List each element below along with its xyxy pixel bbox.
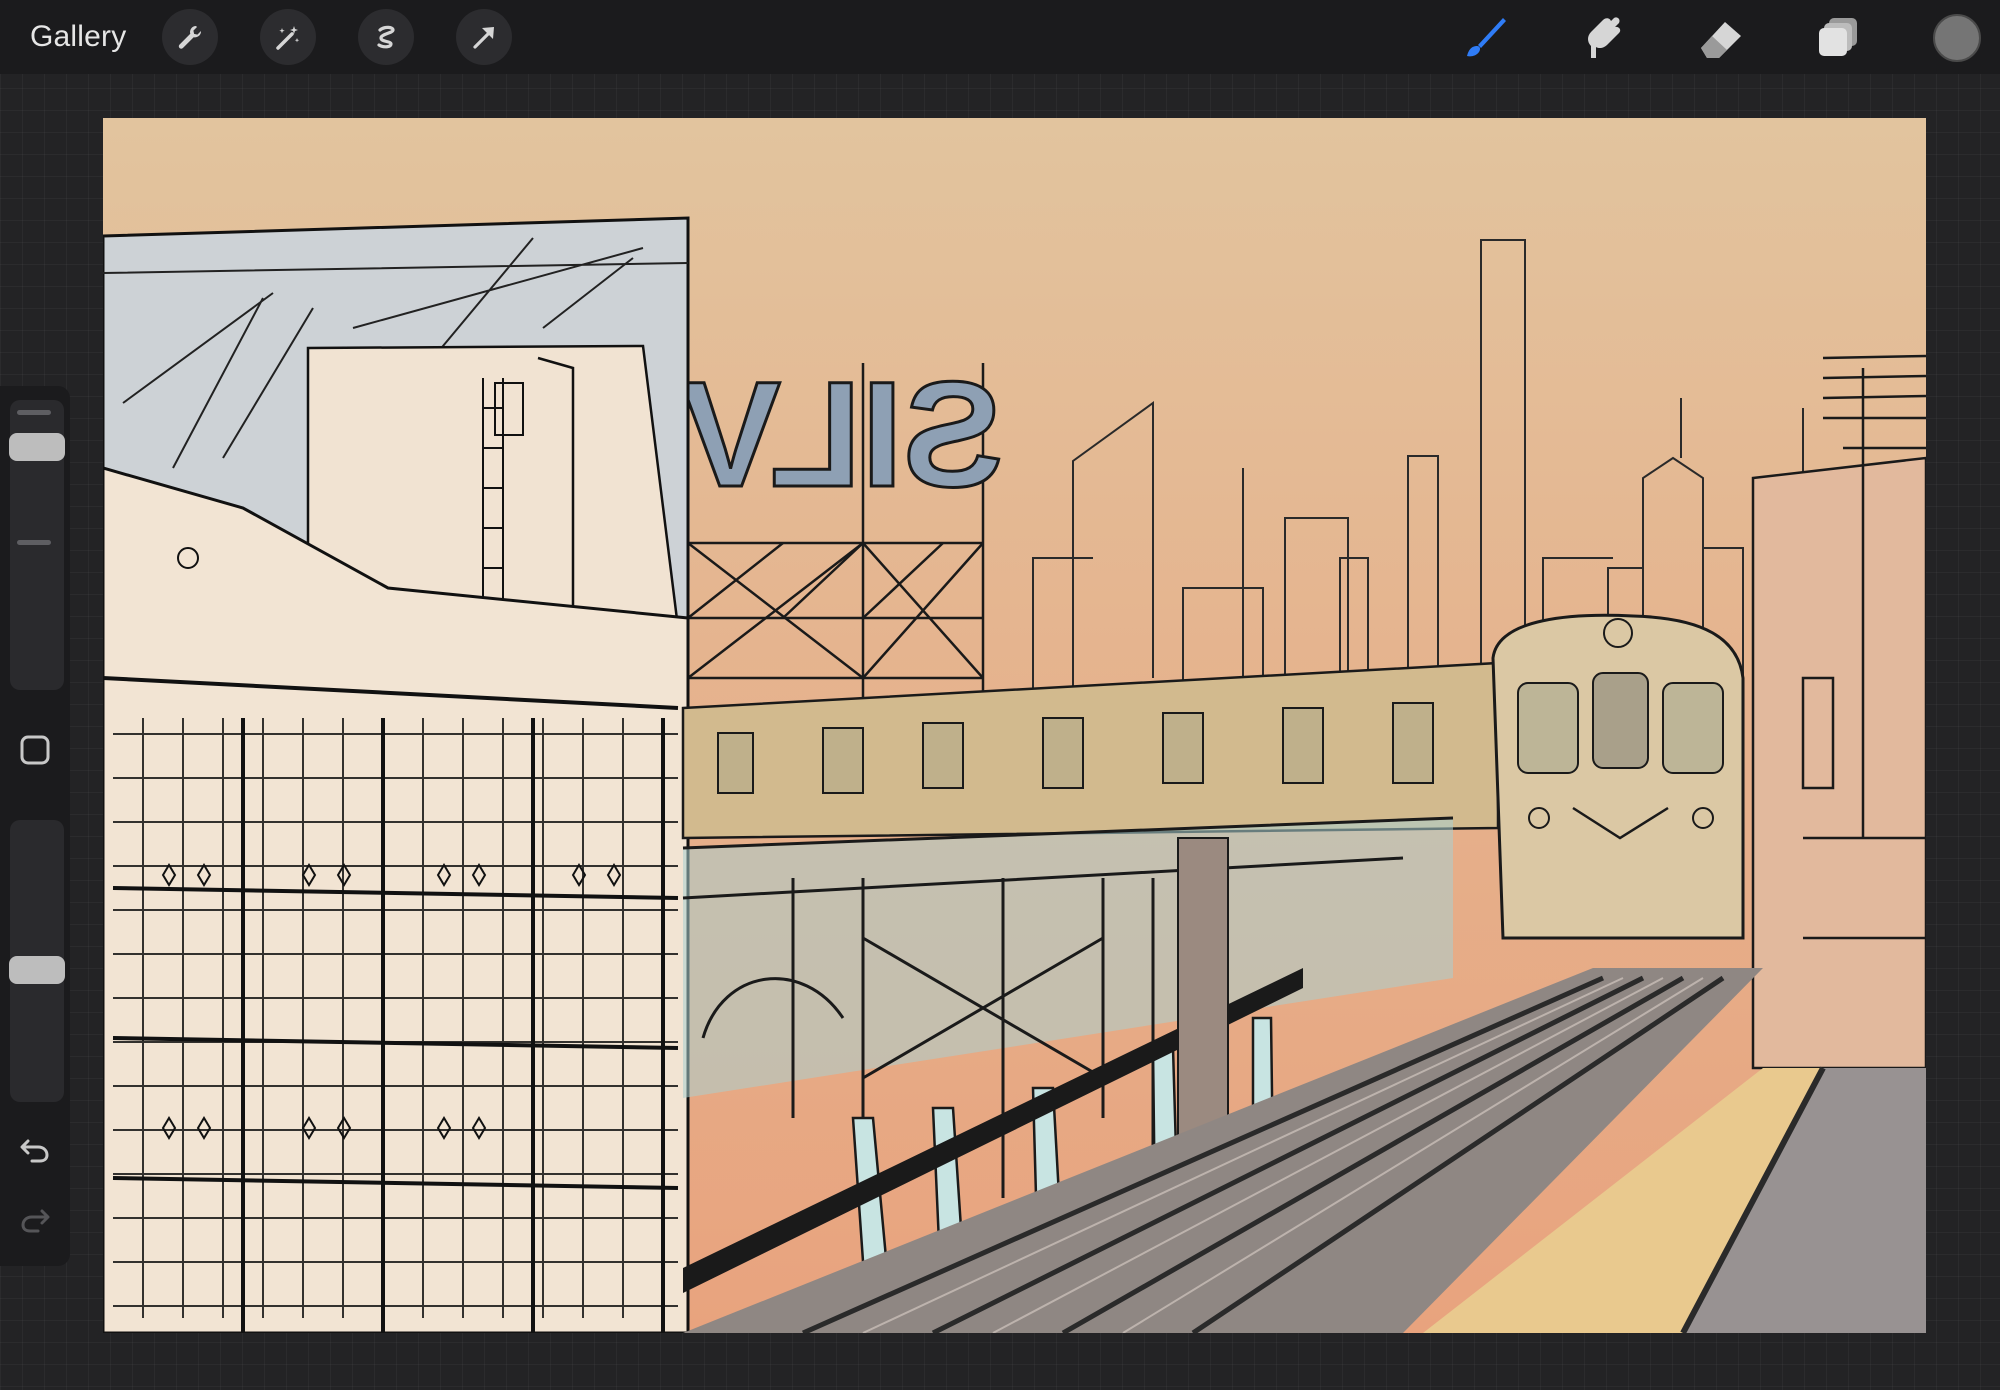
warehouse-building bbox=[103, 216, 690, 1333]
actions-wrench-button[interactable] bbox=[162, 9, 218, 65]
color-picker-swatch[interactable] bbox=[1933, 14, 1981, 62]
left-sidebar bbox=[0, 386, 70, 1266]
pillar bbox=[1177, 837, 1229, 1139]
brush-size-slider[interactable] bbox=[9, 400, 65, 690]
brush-size-thumb[interactable] bbox=[9, 433, 65, 461]
brush-button[interactable] bbox=[1457, 10, 1513, 66]
opacity-slider[interactable] bbox=[9, 820, 65, 1102]
adjustments-button[interactable] bbox=[260, 9, 316, 65]
modify-button[interactable] bbox=[15, 730, 55, 770]
actions-wrench-icon bbox=[178, 26, 202, 49]
drawing-canvas[interactable]: SILV bbox=[103, 118, 1926, 1333]
smudge-button[interactable] bbox=[1575, 10, 1631, 66]
eraser-button[interactable] bbox=[1693, 10, 1749, 66]
layers-button[interactable] bbox=[1811, 10, 1867, 66]
transform-arrow-icon bbox=[473, 27, 494, 49]
redo-icon bbox=[21, 1209, 50, 1233]
brush-icon bbox=[1467, 18, 1506, 57]
eraser-icon bbox=[1701, 22, 1741, 58]
square-icon bbox=[20, 735, 50, 765]
smudge-icon bbox=[1588, 17, 1621, 58]
billboard-sign-text: SILV bbox=[681, 350, 1003, 518]
slider-tick bbox=[17, 540, 51, 545]
top-toolbar: Gallery bbox=[0, 0, 2000, 74]
redo-button[interactable] bbox=[15, 1200, 55, 1240]
slider-tick bbox=[17, 410, 51, 415]
layers-icon bbox=[1819, 18, 1857, 56]
artwork: SILV bbox=[103, 118, 1926, 1333]
selection-icon bbox=[377, 25, 395, 49]
adjustments-wand-icon bbox=[276, 26, 300, 50]
transform-button[interactable] bbox=[456, 9, 512, 65]
gallery-button[interactable]: Gallery bbox=[30, 18, 126, 56]
undo-button[interactable] bbox=[15, 1130, 55, 1170]
selection-button[interactable] bbox=[358, 9, 414, 65]
opacity-thumb[interactable] bbox=[9, 956, 65, 984]
undo-icon bbox=[20, 1139, 49, 1163]
